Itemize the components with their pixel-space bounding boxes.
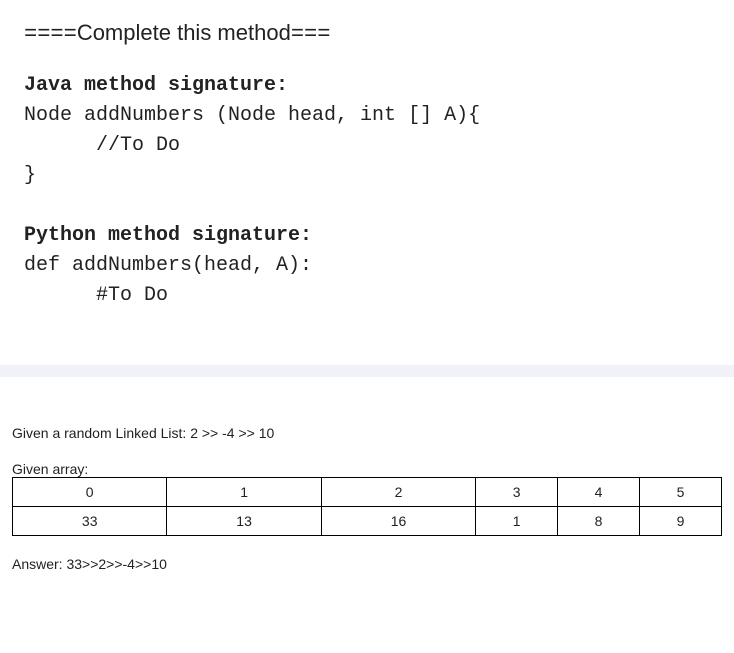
answer-text: Answer: 33>>2>>-4>>10 — [12, 556, 722, 572]
python-label: Python method signature: — [24, 224, 312, 247]
title-line: ====Complete this method=== — [24, 16, 710, 51]
title-prefix: ==== — [24, 22, 77, 47]
python-block: Python method signature: def addNumbers(… — [24, 221, 710, 311]
table-value-cell: 13 — [167, 507, 321, 536]
divider — [0, 365, 734, 377]
title-text: Complete this method — [77, 20, 291, 45]
table-header-cell: 4 — [558, 478, 640, 507]
given-linked-list: Given a random Linked List: 2 >> -4 >> 1… — [12, 425, 722, 441]
python-line-1: def addNumbers(head, A): — [24, 254, 312, 277]
java-block: Java method signature: Node addNumbers (… — [24, 71, 710, 191]
example-section: Given a random Linked List: 2 >> -4 >> 1… — [0, 377, 734, 584]
table-value-cell: 16 — [321, 507, 475, 536]
table-value-cell: 1 — [476, 507, 558, 536]
table-header-cell: 1 — [167, 478, 321, 507]
java-line-3: } — [24, 164, 36, 187]
python-line-2: #To Do — [24, 284, 168, 307]
table-header-cell: 0 — [13, 478, 167, 507]
table-row: 0 1 2 3 4 5 — [13, 478, 722, 507]
given-array-label: Given array: — [12, 461, 722, 477]
table-header-cell: 5 — [640, 478, 722, 507]
table-value-cell: 33 — [13, 507, 167, 536]
java-line-2: //To Do — [24, 134, 180, 157]
table-value-cell: 9 — [640, 507, 722, 536]
table-value-cell: 8 — [558, 507, 640, 536]
table-header-cell: 2 — [321, 478, 475, 507]
title-suffix: === — [291, 22, 331, 47]
java-line-1: Node addNumbers (Node head, int [] A){ — [24, 104, 480, 127]
code-section: ====Complete this method=== Java method … — [0, 0, 734, 365]
table-row: 33 13 16 1 8 9 — [13, 507, 722, 536]
java-label: Java method signature: — [24, 74, 288, 97]
table-header-cell: 3 — [476, 478, 558, 507]
array-table: 0 1 2 3 4 5 33 13 16 1 8 9 — [12, 477, 722, 536]
